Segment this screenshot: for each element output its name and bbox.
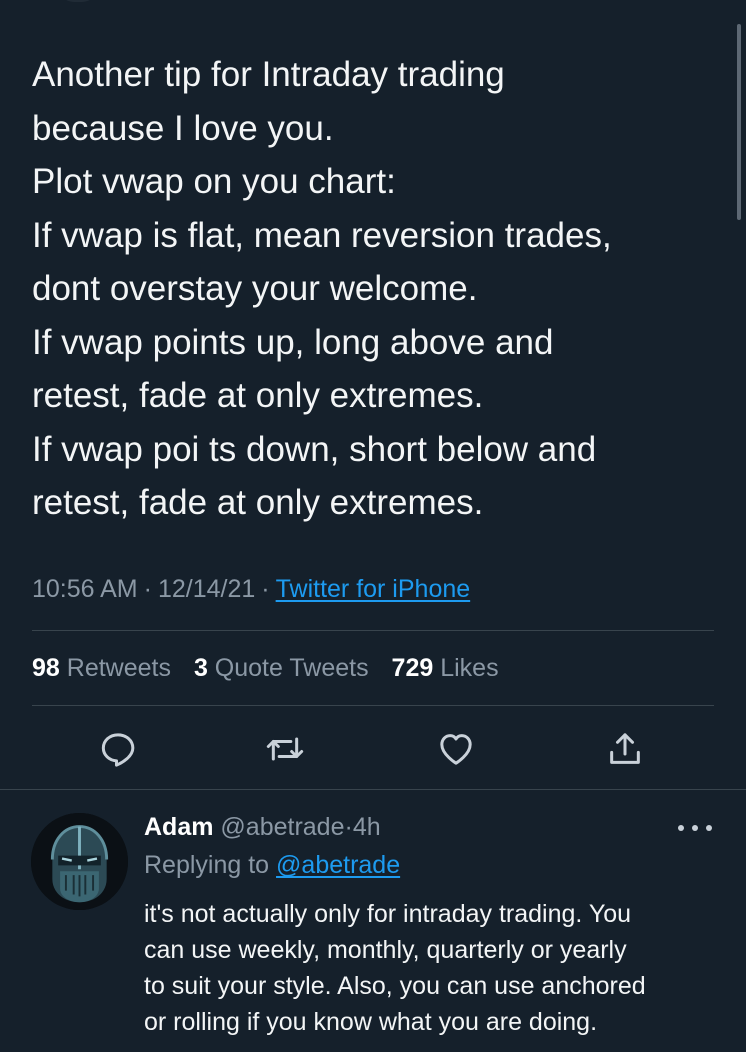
retweet-icon xyxy=(266,737,304,761)
masked-face-avatar-image xyxy=(31,813,128,910)
divider xyxy=(32,705,714,706)
tweet-text-line: If vwap poi ts down, short below and xyxy=(32,429,597,469)
tweet-text-line: retest, fade at only extremes. xyxy=(32,483,484,522)
meta-separator: · xyxy=(261,575,270,603)
share-button[interactable] xyxy=(602,726,648,772)
tweet-text-line: Plot vwap on you chart: xyxy=(32,162,396,201)
reply-tweet[interactable]: Adam @abetrade·4h Replying to @abetrade … xyxy=(0,790,746,1052)
tweet-text-line: dont overstay your welcome. xyxy=(32,269,478,308)
likes-label: Likes xyxy=(440,654,499,682)
reply-text-line: to suit your style. Also, you can use an… xyxy=(144,972,646,1000)
likes-stat[interactable]: 729 Likes xyxy=(392,654,499,682)
reply-text-line: or rolling if you know what you are doin… xyxy=(144,1008,598,1036)
avatar[interactable] xyxy=(31,813,128,910)
tweet-text-line: Another tip for Intraday trading xyxy=(32,55,505,94)
meta-separator: · xyxy=(143,575,152,603)
tweet-time: 10:56 AM xyxy=(32,575,138,603)
reply-button[interactable] xyxy=(95,726,141,772)
reply-age: 4h xyxy=(352,813,381,841)
reply-text-line: it's not actually only for intraday trad… xyxy=(144,900,632,928)
reply-header: Adam @abetrade·4h xyxy=(144,810,381,844)
tweet-actions xyxy=(0,726,746,772)
like-button[interactable] xyxy=(433,726,479,772)
quote-tweets-label: Quote Tweets xyxy=(214,654,369,682)
replying-to: Replying to @abetrade xyxy=(144,848,400,882)
reply-icon xyxy=(101,733,135,767)
replying-to-handle-link[interactable]: @abetrade xyxy=(276,851,400,879)
previous-avatar-edge xyxy=(58,0,98,2)
tweet-text-line: because I love you. xyxy=(32,108,334,148)
more-dot-icon xyxy=(678,825,684,831)
divider xyxy=(32,630,714,631)
more-dot-icon xyxy=(706,825,712,831)
more-dot-icon xyxy=(692,825,698,831)
reply-author-handle[interactable]: @abetrade xyxy=(220,813,344,841)
reply-author-name[interactable]: Adam xyxy=(144,813,213,841)
tweet-text: Another tip for Intraday trading because… xyxy=(32,48,722,530)
tweet-detail-screen: Another tip for Intraday trading because… xyxy=(0,0,746,1052)
tweet-date: 12/14/21 xyxy=(157,575,256,603)
tweet-text-line: retest, fade at only extremes. xyxy=(32,376,484,415)
retweet-button[interactable] xyxy=(262,726,308,772)
quote-tweets-count: 3 xyxy=(193,654,208,682)
share-icon xyxy=(610,733,640,764)
scrollbar[interactable] xyxy=(737,24,741,220)
reply-separator: · xyxy=(344,813,353,841)
replying-to-label: Replying to xyxy=(144,851,270,879)
reply-text: it's not actually only for intraday trad… xyxy=(144,896,724,1040)
tweet-text-line: If vwap points up, long above and xyxy=(32,322,554,362)
tweet-meta: 10:56 AM · 12/14/21 · Twitter for iPhone xyxy=(32,571,470,607)
tweet-source-link[interactable]: Twitter for iPhone xyxy=(276,575,471,603)
like-icon xyxy=(440,734,472,765)
reply-text-line: can use weekly, monthly, quarterly or ye… xyxy=(144,936,627,964)
quote-tweets-stat[interactable]: 3 Quote Tweets xyxy=(194,654,369,682)
retweets-label: Retweets xyxy=(66,654,171,682)
tweet-text-line: If vwap is flat, mean reversion trades, xyxy=(32,215,612,255)
tweet-stats: 98 Retweets 3 Quote Tweets 729 Likes xyxy=(32,650,515,686)
retweets-count: 98 xyxy=(32,654,60,682)
more-options-button[interactable] xyxy=(678,818,712,838)
retweets-stat[interactable]: 98 Retweets xyxy=(32,654,171,682)
likes-count: 729 xyxy=(391,654,434,682)
